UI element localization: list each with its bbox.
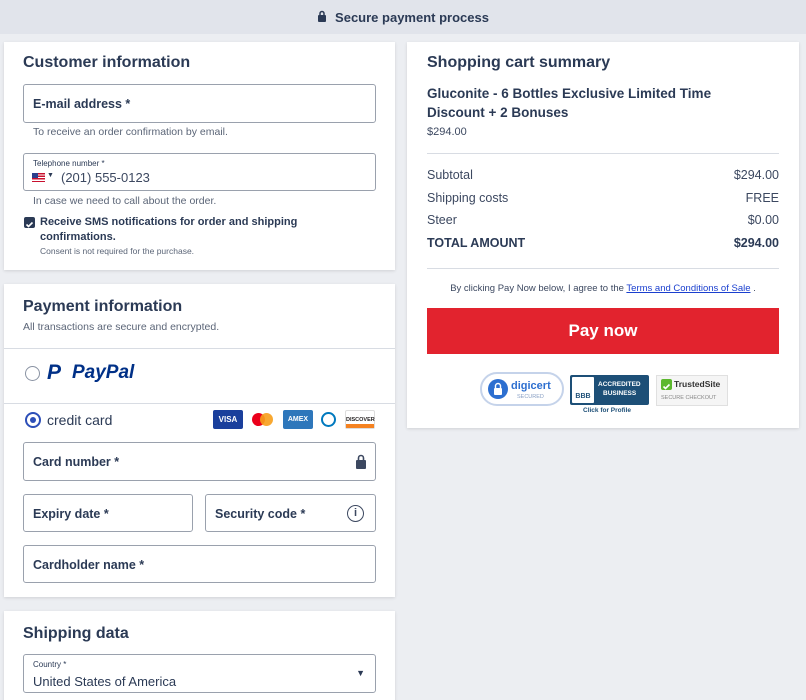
- expiry-date-label: Expiry date *: [33, 507, 109, 521]
- product-name: Gluconite - 6 Bottles Exclusive Limited …: [427, 86, 712, 120]
- tax-value: $0.00: [747, 213, 779, 227]
- card-number-label: Card number *: [33, 455, 120, 469]
- email-hint: To receive an order confirmation by emai…: [33, 126, 228, 138]
- secure-banner: Secure payment process: [0, 0, 806, 34]
- card-brand-icons: VISA AMEX DISCOVER: [208, 410, 375, 429]
- shipping-data-card: Shipping data Country * United States of…: [4, 611, 395, 700]
- credit-card-option[interactable]: credit card VISA AMEX DISCOVER: [4, 404, 395, 440]
- sms-checkbox[interactable]: [24, 217, 35, 228]
- check-icon: [25, 221, 34, 228]
- sms-label: Receive SMS notifications for order and …: [40, 216, 298, 243]
- bbb-line2: BUSINESS: [603, 390, 637, 397]
- payment-subtitle: All transactions are secure and encrypte…: [23, 321, 220, 333]
- digicert-label: digicert: [511, 380, 551, 392]
- shipping-costs-label: Shipping costs: [427, 191, 509, 205]
- card-number-field[interactable]: Card number *: [23, 442, 376, 481]
- digicert-sub: SECURED: [517, 394, 544, 400]
- tax-row: Steer $0.00: [427, 213, 779, 227]
- cardholder-name-field[interactable]: Cardholder name *: [23, 545, 376, 583]
- bbb-click-profile[interactable]: Click for Profile: [583, 407, 631, 414]
- customer-info-card: Customer information E-mail address * To…: [4, 42, 395, 270]
- paypal-label: PayPal: [72, 362, 135, 383]
- subtotal-row: Subtotal $294.00: [427, 168, 779, 182]
- payment-info-title: Payment information: [23, 298, 183, 315]
- trustedsite-label: TrustedSite: [674, 379, 721, 389]
- cart-summary-card: Shopping cart summary Gluconite - 6 Bott…: [407, 42, 799, 428]
- subtotal-value: $294.00: [733, 168, 779, 182]
- phone-placeholder: (201) 555-0123: [61, 170, 150, 185]
- terms-agreement: By clicking Pay Now below, I agree to th…: [407, 283, 799, 294]
- credit-card-radio[interactable]: [25, 412, 41, 428]
- us-flag-icon[interactable]: [32, 173, 45, 182]
- shipping-costs-value: FREE: [745, 191, 779, 205]
- terms-link[interactable]: Terms and Conditions of Sale: [626, 283, 750, 294]
- credit-card-label: credit card: [47, 412, 113, 428]
- info-icon[interactable]: i: [347, 505, 364, 522]
- paypal-radio[interactable]: [25, 366, 40, 381]
- total-value: $294.00: [733, 236, 779, 250]
- security-code-field[interactable]: Security code * i: [205, 494, 376, 532]
- divider: [427, 268, 779, 269]
- sms-consent: Consent is not required for the purchase…: [40, 246, 195, 256]
- country-select[interactable]: Country * United States of America ▼: [23, 654, 376, 693]
- country-code-dropdown-icon[interactable]: ▼: [47, 172, 54, 179]
- total-label: TOTAL AMOUNT: [427, 236, 526, 250]
- email-field[interactable]: E-mail address *: [23, 84, 376, 123]
- secure-banner-text: Secure payment process: [335, 9, 489, 25]
- discover-icon: DISCOVER: [345, 410, 375, 429]
- paypal-logo-icon: P: [47, 361, 62, 384]
- lock-icon: [317, 10, 327, 25]
- email-label: E-mail address *: [33, 97, 131, 111]
- digicert-lock-icon: [488, 379, 508, 399]
- trustedsite-sub: SECURE CHECKOUT: [661, 395, 717, 401]
- terms-end: .: [753, 283, 756, 294]
- trustedsite-badge[interactable]: TrustedSite SECURE CHECKOUT: [656, 375, 728, 406]
- trusted-check-icon: [661, 379, 672, 390]
- paypal-option[interactable]: P PayPal: [4, 349, 395, 403]
- payment-info-card: Payment information All transactions are…: [4, 284, 395, 597]
- bbb-badge[interactable]: BBB ACCREDITED BUSINESS: [570, 375, 649, 405]
- digicert-badge[interactable]: digicert SECURED: [480, 372, 564, 406]
- customer-info-title: Customer information: [23, 54, 191, 71]
- subtotal-label: Subtotal: [427, 168, 473, 182]
- amex-icon: AMEX: [283, 410, 313, 429]
- visa-icon: VISA: [213, 410, 243, 429]
- expiry-date-field[interactable]: Expiry date *: [23, 494, 193, 532]
- bbb-line1: ACCREDITED: [598, 381, 641, 388]
- country-label: Country *: [33, 660, 67, 669]
- diners-icon: [318, 410, 340, 429]
- phone-label: Telephone number *: [33, 159, 105, 168]
- pay-now-button[interactable]: Pay now: [427, 308, 779, 354]
- shipping-costs-row: Shipping costs FREE: [427, 191, 779, 205]
- chevron-down-icon[interactable]: ▼: [356, 668, 365, 678]
- product-price: $294.00: [427, 126, 467, 138]
- phone-field[interactable]: Telephone number * ▼ (201) 555-0123: [23, 153, 376, 191]
- phone-hint: In case we need to call about the order.: [33, 195, 217, 207]
- bbb-logo-icon: BBB: [572, 377, 594, 403]
- tax-label: Steer: [427, 213, 457, 227]
- security-code-label: Security code *: [215, 507, 306, 521]
- country-value: United States of America: [33, 674, 177, 689]
- cardholder-name-label: Cardholder name *: [33, 558, 145, 572]
- lock-icon: [355, 454, 367, 474]
- cart-summary-title: Shopping cart summary: [427, 54, 611, 71]
- terms-text: By clicking Pay Now below, I agree to th…: [450, 283, 624, 294]
- divider: [427, 153, 779, 154]
- mastercard-icon: [248, 410, 278, 429]
- total-row: TOTAL AMOUNT $294.00: [427, 236, 779, 250]
- shipping-data-title: Shipping data: [23, 625, 129, 642]
